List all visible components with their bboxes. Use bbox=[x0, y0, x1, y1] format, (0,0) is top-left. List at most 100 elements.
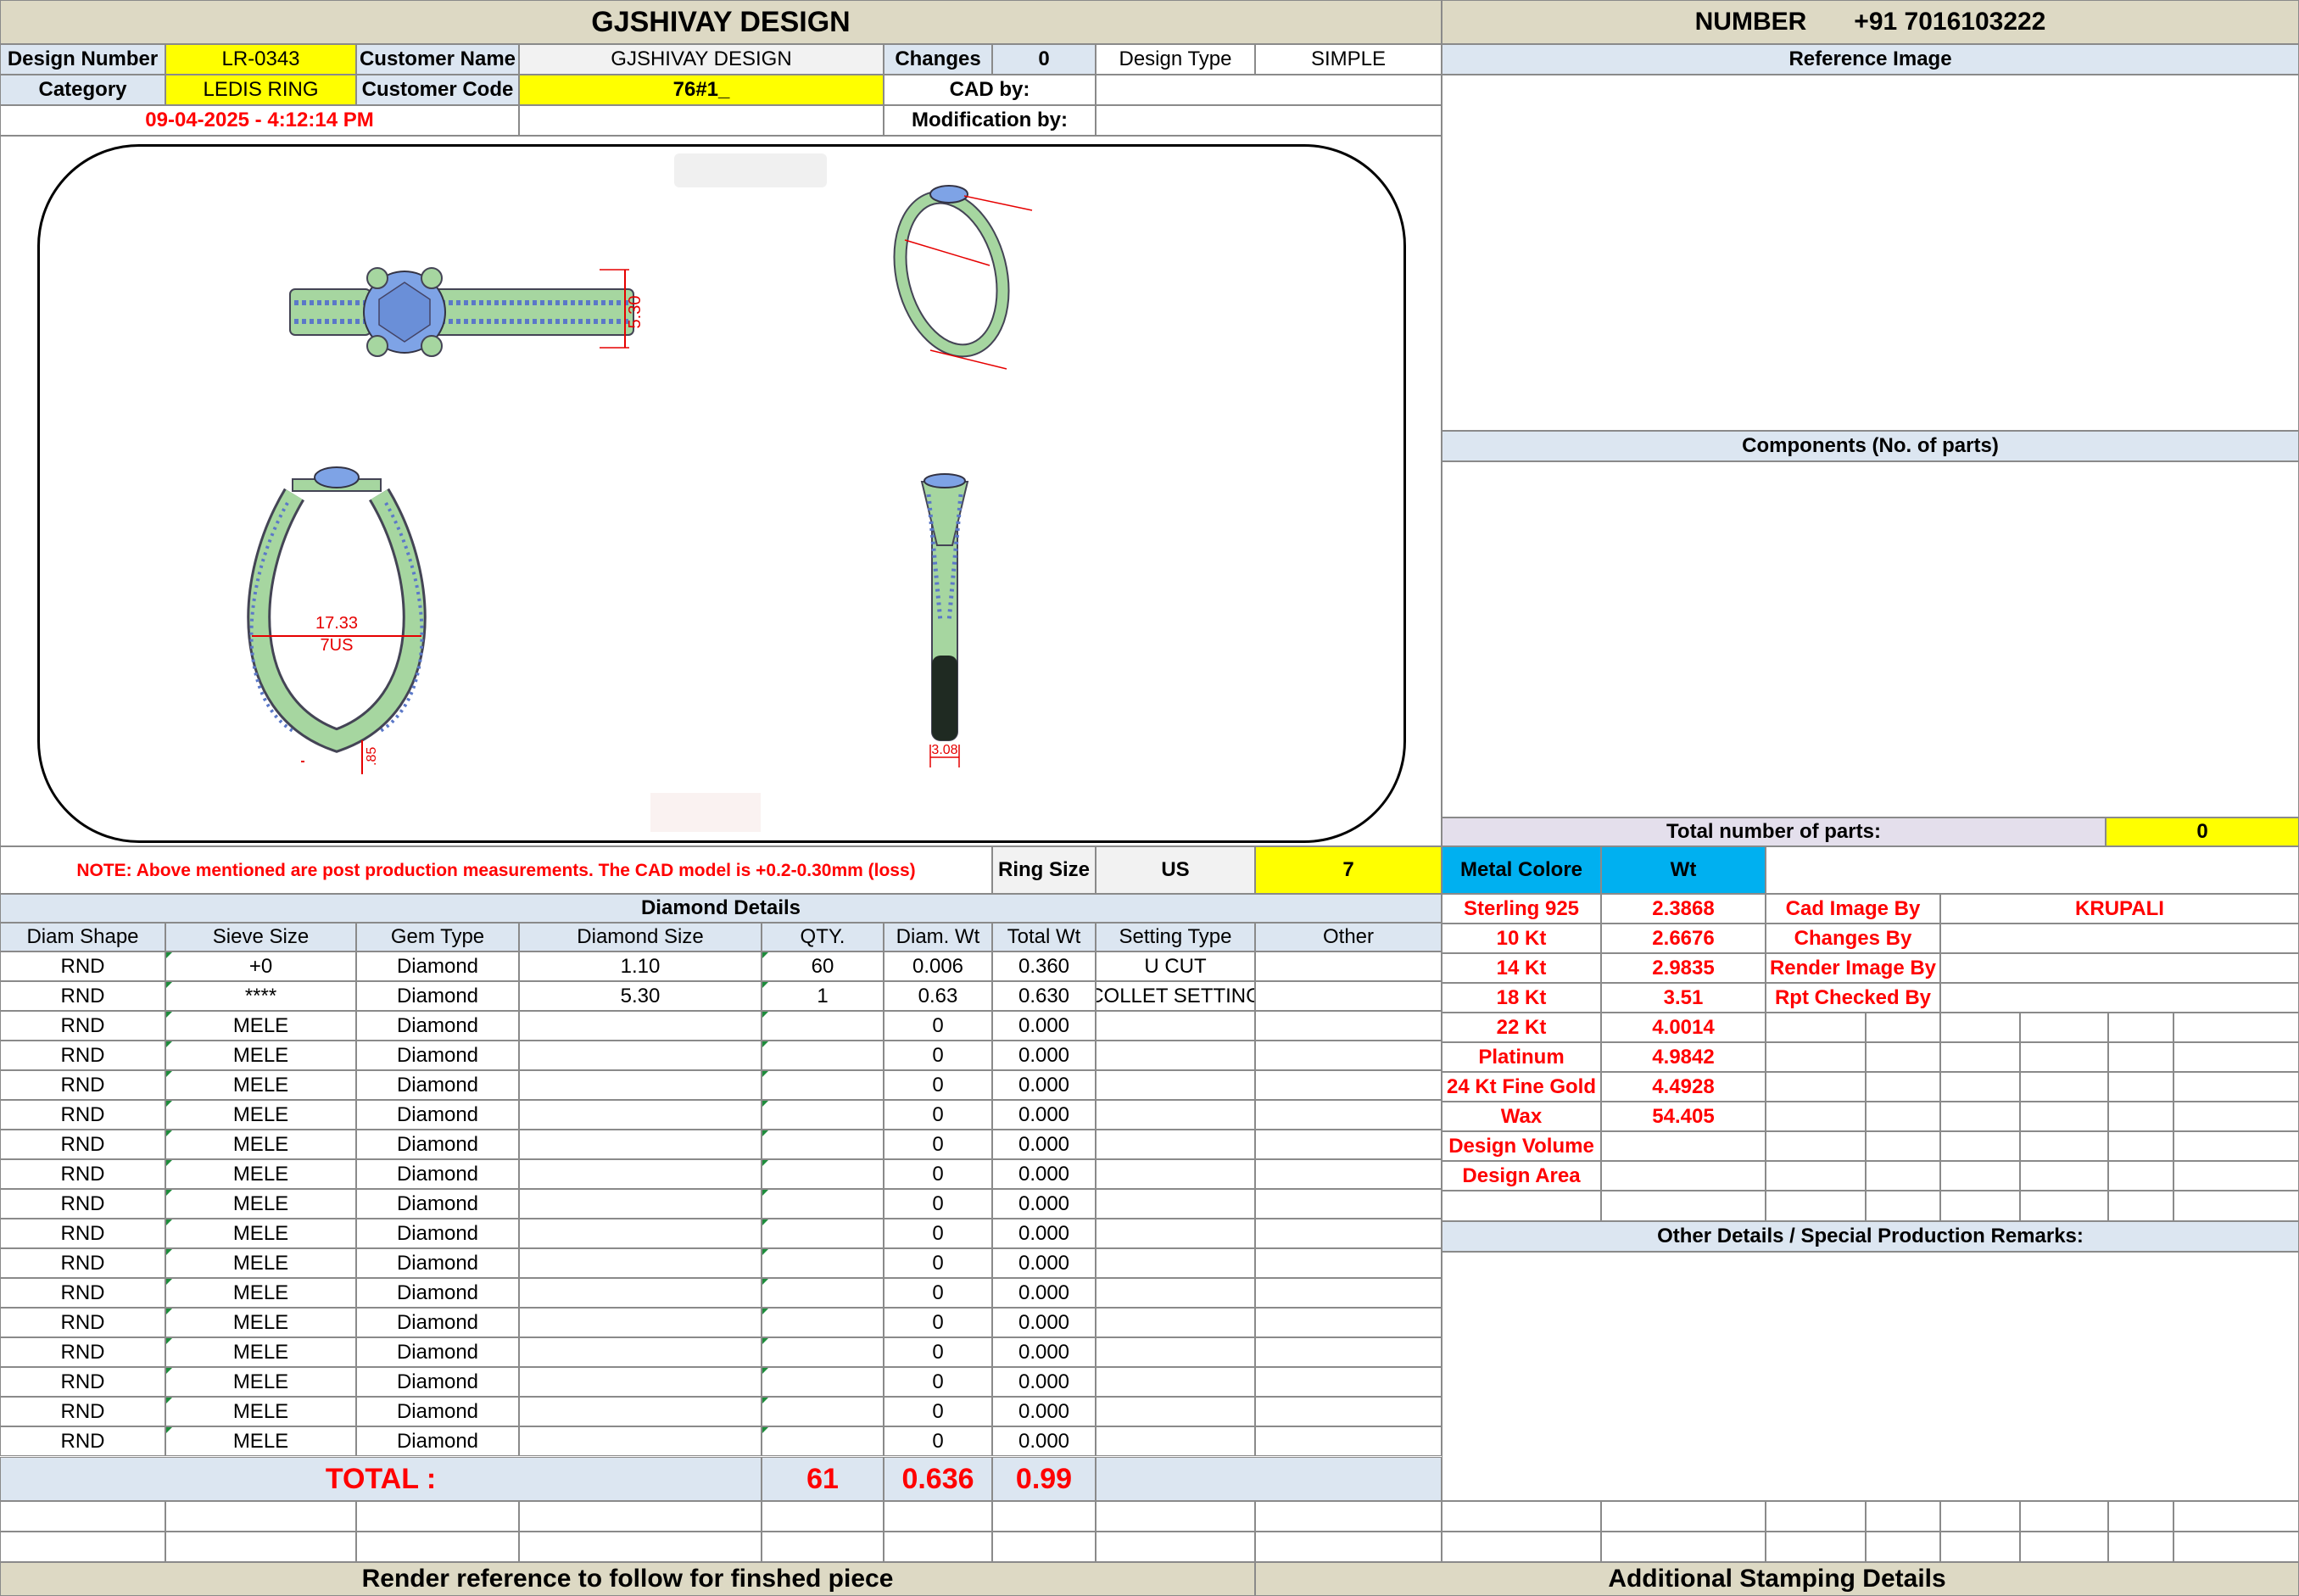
blank-grid-cell[interactable] bbox=[762, 1501, 884, 1532]
grid-cell[interactable] bbox=[1940, 1042, 2020, 1072]
grid-cell[interactable] bbox=[1940, 1102, 2020, 1131]
grid-cell[interactable] bbox=[1766, 1191, 1866, 1221]
diamond-cell-diamond-size[interactable] bbox=[519, 1278, 762, 1308]
diamond-cell-gem-type[interactable]: Diamond bbox=[356, 1100, 519, 1130]
grid-cell[interactable] bbox=[1866, 1102, 1940, 1131]
blank-grid-cell[interactable] bbox=[884, 1532, 992, 1562]
grid-cell[interactable] bbox=[2108, 1161, 2173, 1191]
diamond-cell-gem-type[interactable]: Diamond bbox=[356, 1219, 519, 1248]
diamond-cell-qty[interactable]: 60 bbox=[762, 951, 884, 981]
metal-weight[interactable]: 2.9835 bbox=[1601, 953, 1766, 983]
diamond-cell-diam-wt[interactable]: 0 bbox=[884, 1337, 992, 1367]
grid-cell[interactable] bbox=[2173, 1131, 2299, 1161]
diamond-cell-qty[interactable] bbox=[762, 1130, 884, 1159]
grid-cell[interactable] bbox=[2108, 1042, 2173, 1072]
diamond-cell-total-wt[interactable]: 0.000 bbox=[992, 1337, 1096, 1367]
diamond-cell-other[interactable] bbox=[1255, 1189, 1442, 1219]
diamond-cell-sieve-size[interactable]: MELE bbox=[165, 1189, 356, 1219]
grid-cell[interactable] bbox=[1866, 1072, 1940, 1102]
grid-cell[interactable] bbox=[1766, 1102, 1866, 1131]
grid-cell[interactable] bbox=[1866, 1131, 1940, 1161]
diamond-cell-diamond-size[interactable] bbox=[519, 1308, 762, 1337]
other-details-area[interactable] bbox=[1442, 1252, 2299, 1501]
diamond-cell-diam-wt[interactable]: 0 bbox=[884, 1100, 992, 1130]
diamond-cell-total-wt[interactable]: 0.000 bbox=[992, 1041, 1096, 1070]
diamond-cell-other[interactable] bbox=[1255, 1367, 1442, 1397]
cad-by-value[interactable] bbox=[1096, 75, 1442, 105]
blank-grid-cell[interactable] bbox=[1766, 1501, 1866, 1532]
grid-cell[interactable] bbox=[2173, 1072, 2299, 1102]
diamond-cell-diam-wt[interactable]: 0.63 bbox=[884, 981, 992, 1011]
diamond-cell-diam-shape[interactable]: RND bbox=[0, 981, 165, 1011]
blank-grid-cell[interactable] bbox=[992, 1532, 1096, 1562]
diamond-cell-sieve-size[interactable]: MELE bbox=[165, 1041, 356, 1070]
diamond-cell-other[interactable] bbox=[1255, 1070, 1442, 1100]
diamond-cell-diam-wt[interactable]: 0 bbox=[884, 1159, 992, 1189]
diamond-cell-gem-type[interactable]: Diamond bbox=[356, 1278, 519, 1308]
diamond-cell-sieve-size[interactable]: MELE bbox=[165, 1308, 356, 1337]
diamond-cell-other[interactable] bbox=[1255, 1426, 1442, 1456]
metal-weight[interactable]: 4.4928 bbox=[1601, 1072, 1766, 1102]
diamond-cell-total-wt[interactable]: 0.000 bbox=[992, 1248, 1096, 1278]
credit-value[interactable] bbox=[1940, 953, 2299, 983]
metal-weight[interactable]: 3.51 bbox=[1601, 983, 1766, 1013]
diamond-cell-other[interactable] bbox=[1255, 951, 1442, 981]
blank-grid-cell[interactable] bbox=[1096, 1532, 1255, 1562]
grid-cell[interactable] bbox=[2108, 1102, 2173, 1131]
diamond-cell-other[interactable] bbox=[1255, 1130, 1442, 1159]
blank-grid-cell[interactable] bbox=[1442, 1501, 1601, 1532]
blank-grid-cell[interactable] bbox=[0, 1532, 165, 1562]
diamond-cell-setting-type[interactable] bbox=[1096, 1397, 1255, 1426]
credit-value[interactable] bbox=[1940, 983, 2299, 1013]
blank-grid-cell[interactable] bbox=[2020, 1532, 2108, 1562]
diamond-cell-setting-type[interactable] bbox=[1096, 1041, 1255, 1070]
diamond-cell-other[interactable] bbox=[1255, 1041, 1442, 1070]
diamond-cell-diamond-size[interactable] bbox=[519, 1189, 762, 1219]
diamond-cell-total-wt[interactable]: 0.000 bbox=[992, 1308, 1096, 1337]
diamond-cell-diam-shape[interactable]: RND bbox=[0, 1337, 165, 1367]
diamond-cell-diam-shape[interactable]: RND bbox=[0, 1426, 165, 1456]
diamond-cell-sieve-size[interactable]: MELE bbox=[165, 1426, 356, 1456]
diamond-cell-total-wt[interactable]: 0.000 bbox=[992, 1100, 1096, 1130]
diamond-cell-diam-shape[interactable]: RND bbox=[0, 1100, 165, 1130]
blank-grid-cell[interactable] bbox=[356, 1532, 519, 1562]
diamond-cell-total-wt[interactable]: 0.000 bbox=[992, 1426, 1096, 1456]
diamond-cell-qty[interactable] bbox=[762, 1397, 884, 1426]
design-number-value[interactable]: LR-0343 bbox=[165, 44, 356, 75]
diamond-cell-qty[interactable] bbox=[762, 1248, 884, 1278]
diamond-cell-qty[interactable] bbox=[762, 1011, 884, 1041]
diamond-cell-other[interactable] bbox=[1255, 1100, 1442, 1130]
blank-grid-cell[interactable] bbox=[1096, 1501, 1255, 1532]
reference-image-area[interactable] bbox=[1442, 75, 2299, 431]
total-parts-value[interactable]: 0 bbox=[2106, 818, 2299, 846]
diamond-cell-qty[interactable] bbox=[762, 1308, 884, 1337]
credit-value[interactable]: KRUPALI bbox=[1940, 894, 2299, 924]
diamond-cell-qty[interactable]: 1 bbox=[762, 981, 884, 1011]
grid-cell[interactable] bbox=[2020, 1102, 2108, 1131]
grid-cell[interactable] bbox=[1940, 1161, 2020, 1191]
diamond-cell-setting-type[interactable] bbox=[1096, 1130, 1255, 1159]
grid-cell[interactable] bbox=[1766, 1042, 1866, 1072]
grid-cell[interactable] bbox=[1866, 1013, 1940, 1042]
diamond-cell-total-wt[interactable]: 0.000 bbox=[992, 1367, 1096, 1397]
diamond-cell-qty[interactable] bbox=[762, 1337, 884, 1367]
metal-weight[interactable] bbox=[1601, 1131, 1766, 1161]
grid-cell[interactable] bbox=[2173, 1102, 2299, 1131]
diamond-cell-diam-wt[interactable]: 0 bbox=[884, 1248, 992, 1278]
diamond-cell-diam-shape[interactable]: RND bbox=[0, 1397, 165, 1426]
diamond-cell-total-wt[interactable]: 0.630 bbox=[992, 981, 1096, 1011]
diamond-cell-diamond-size[interactable] bbox=[519, 1130, 762, 1159]
diamond-cell-total-wt[interactable]: 0.360 bbox=[992, 951, 1096, 981]
grid-cell[interactable] bbox=[2173, 1191, 2299, 1221]
diamond-cell-total-wt[interactable]: 0.000 bbox=[992, 1070, 1096, 1100]
diamond-cell-diamond-size[interactable] bbox=[519, 1070, 762, 1100]
diamond-cell-qty[interactable] bbox=[762, 1189, 884, 1219]
ring-size-value[interactable]: 7 bbox=[1255, 846, 1442, 894]
grid-cell[interactable] bbox=[2020, 1161, 2108, 1191]
diamond-cell-diam-wt[interactable]: 0 bbox=[884, 1397, 992, 1426]
metal-weight[interactable]: 2.6676 bbox=[1601, 924, 1766, 953]
diamond-cell-qty[interactable] bbox=[762, 1426, 884, 1456]
blank-grid-cell[interactable] bbox=[992, 1501, 1096, 1532]
diamond-cell-gem-type[interactable]: Diamond bbox=[356, 1011, 519, 1041]
diamond-cell-sieve-size[interactable]: MELE bbox=[165, 1070, 356, 1100]
